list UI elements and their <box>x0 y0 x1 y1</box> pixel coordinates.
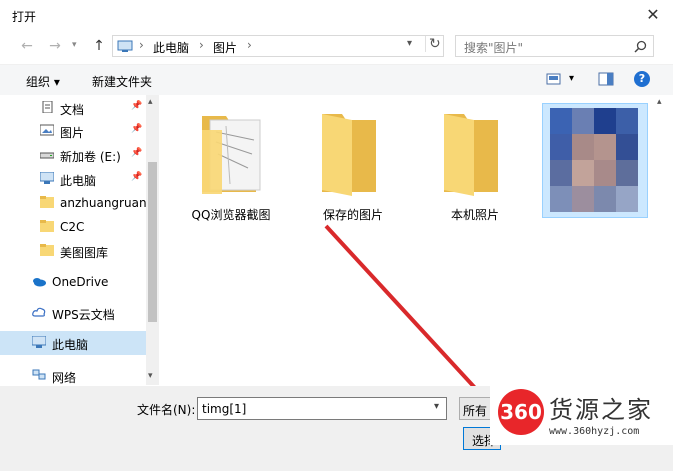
sidebar-item-label: OneDrive <box>52 275 109 289</box>
folder-icon <box>40 244 54 256</box>
document-icon <box>42 101 53 113</box>
pixelated-photo-icon <box>550 108 638 212</box>
computer-icon <box>40 172 54 184</box>
view-dropdown-icon[interactable]: ▾ <box>569 73 574 84</box>
scroll-up-icon[interactable]: ▴ <box>657 97 662 107</box>
breadcrumb-sep: › <box>139 38 144 52</box>
sidebar-item-pictures[interactable]: 图片 📌 <box>0 120 145 142</box>
sidebar-item-label: 网络 <box>52 371 77 385</box>
sidebar-item-label: anzhuangruanj <box>60 196 146 210</box>
onedrive-icon <box>33 278 46 287</box>
new-folder-button[interactable]: 新建文件夹 <box>92 73 152 90</box>
pin-icon: 📌 <box>131 101 143 111</box>
forward-button[interactable]: → <box>46 36 64 56</box>
network-icon <box>32 369 46 380</box>
sidebar-item-network[interactable]: 网络 <box>0 365 145 387</box>
watermark-brand: 货源之家 <box>549 396 653 424</box>
file-type-label: 所有 <box>463 404 488 418</box>
sidebar-item-documents[interactable]: 文档 📌 <box>0 97 145 119</box>
folder-icon[interactable] <box>440 110 504 198</box>
sidebar-item-this-pc-quick[interactable]: 此电脑 📌 <box>0 168 145 190</box>
sidebar-item-label: WPS云文档 <box>52 308 115 322</box>
pin-icon: 📌 <box>131 172 143 182</box>
scroll-up-icon[interactable]: ▴ <box>148 97 153 107</box>
help-button[interactable]: ? <box>634 71 650 87</box>
close-button[interactable]: ✕ <box>641 4 665 26</box>
refresh-button[interactable]: ↻ <box>425 36 441 52</box>
scrollbar-thumb[interactable] <box>148 162 157 322</box>
watermark-url: www.360hyzj.com <box>549 426 640 437</box>
sidebar-item-label: C2C <box>60 220 85 234</box>
title-bar <box>0 0 673 32</box>
folder-icon <box>40 196 54 208</box>
sidebar-item-drive-e[interactable]: 新加卷 (E:) 📌 <box>0 144 145 166</box>
folder-icon <box>40 220 54 232</box>
computer-icon <box>32 336 46 348</box>
navigation-pane: 文档 📌 图片 📌 新加卷 (E:) 📌 此电脑 📌 anzhuangruanj… <box>0 95 160 385</box>
search-icon[interactable] <box>634 40 647 53</box>
sidebar-item-this-pc[interactable]: 此电脑 <box>0 331 146 355</box>
sidebar-item-c2c[interactable]: C2C <box>0 216 145 238</box>
breadcrumb-this-pc[interactable]: 此电脑 <box>153 39 189 56</box>
address-bar[interactable]: › 此电脑 › 图片 › ▾ ↻ <box>112 35 444 57</box>
organize-button[interactable]: 组织 ▾ <box>26 73 60 90</box>
pin-icon: 📌 <box>131 124 143 134</box>
back-button[interactable]: ← <box>18 36 36 56</box>
filename-value: timg[1] <box>202 402 247 416</box>
sidebar-item-label: 美图图库 <box>60 246 109 260</box>
search-placeholder: 搜索"图片" <box>464 41 524 55</box>
window-title: 打开 <box>12 10 37 24</box>
filename-label: 文件名(N): <box>137 403 196 417</box>
breadcrumb-pictures[interactable]: 图片 <box>213 39 237 56</box>
drive-icon <box>40 152 54 159</box>
cloud-icon <box>32 307 46 317</box>
breadcrumb-sep: › <box>199 38 204 52</box>
sidebar-item-meitu[interactable]: 美图图库 <box>0 240 145 262</box>
search-input[interactable]: 搜索"图片" <box>455 35 654 57</box>
breadcrumb-sep: › <box>247 38 252 52</box>
up-button[interactable]: ↑ <box>90 36 108 56</box>
scroll-down-icon[interactable]: ▾ <box>148 371 153 381</box>
view-options-icon[interactable] <box>546 73 562 85</box>
sidebar-item-wps-cloud[interactable]: WPS云文档 <box>0 302 145 324</box>
pictures-icon <box>40 124 54 136</box>
recent-dropdown-icon[interactable]: ▾ <box>72 40 77 50</box>
folder-label[interactable]: QQ浏览器截图 <box>176 206 286 223</box>
address-dropdown-icon[interactable]: ▾ <box>407 38 412 49</box>
folder-icon[interactable] <box>196 110 268 198</box>
chevron-down-icon[interactable]: ▾ <box>434 401 439 412</box>
content-scrollbar[interactable] <box>654 95 667 385</box>
folder-icon[interactable] <box>318 110 382 198</box>
sidebar-item-anzhuangruanj[interactable]: anzhuangruanj <box>0 192 146 214</box>
pin-icon: 📌 <box>131 148 143 158</box>
computer-icon <box>117 40 133 52</box>
watermark-logo: 360 <box>498 389 544 435</box>
filename-input[interactable]: timg[1] ▾ <box>197 397 447 420</box>
sidebar-item-onedrive[interactable]: OneDrive <box>0 271 145 293</box>
sidebar-item-label: 此电脑 <box>52 338 89 352</box>
preview-pane-icon[interactable] <box>598 72 614 86</box>
